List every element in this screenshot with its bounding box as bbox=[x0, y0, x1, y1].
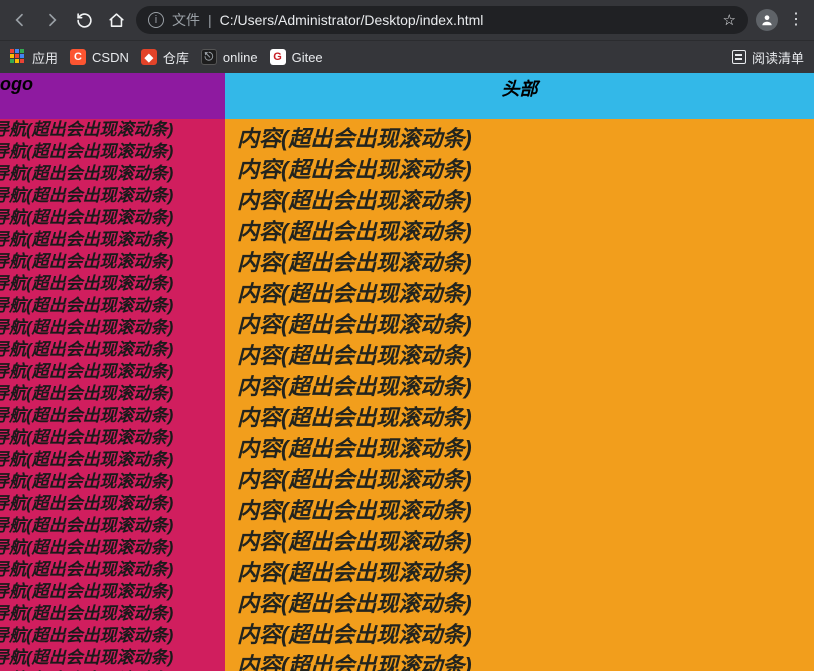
content-row: 内容(超出会出现滚动条) bbox=[237, 619, 814, 650]
bookmark-label: Gitee bbox=[292, 50, 323, 65]
header-text: 头部 bbox=[502, 75, 538, 119]
nav-row: 导航(超出会出现滚动条) bbox=[0, 493, 225, 515]
content-row: 内容(超出会出现滚动条) bbox=[237, 464, 814, 495]
content-column[interactable]: 内容(超出会出现滚动条)内容(超出会出现滚动条)内容(超出会出现滚动条)内容(超… bbox=[225, 119, 814, 671]
url-scheme-label: 文件 bbox=[172, 10, 200, 30]
reading-list-label: 阅读清单 bbox=[752, 48, 804, 67]
apps-shortcut[interactable]: 应用 bbox=[10, 48, 58, 67]
logo-text: ogo bbox=[0, 74, 33, 94]
content-row: 内容(超出会出现滚动条) bbox=[237, 588, 814, 619]
logo-cell: ogo bbox=[0, 73, 225, 119]
nav-row: 导航(超出会出现滚动条) bbox=[0, 471, 225, 493]
content-row: 内容(超出会出现滚动条) bbox=[237, 278, 814, 309]
nav-row: 导航(超出会出现滚动条) bbox=[0, 515, 225, 537]
header-cell: 头部 bbox=[225, 73, 814, 119]
csdn-favicon-icon: C bbox=[70, 49, 86, 65]
content-row: 内容(超出会出现滚动条) bbox=[237, 154, 814, 185]
nav-row: 导航(超出会出现滚动条) bbox=[0, 361, 225, 383]
browser-toolbar: i 文件 | C:/Users/Administrator/Desktop/in… bbox=[0, 0, 814, 40]
bookmark-label: 应用 bbox=[32, 48, 58, 67]
site-info-icon[interactable]: i bbox=[148, 12, 164, 28]
bookmark-label: CSDN bbox=[92, 50, 129, 65]
nav-row: 导航(超出会出现滚动条) bbox=[0, 647, 225, 669]
nav-row: 导航(超出会出现滚动条) bbox=[0, 625, 225, 647]
content-row: 内容(超出会出现滚动条) bbox=[237, 557, 814, 588]
cangku-favicon-icon: ◆ bbox=[141, 49, 157, 65]
content-row: 内容(超出会出现滚动条) bbox=[237, 402, 814, 433]
content-row: 内容(超出会出现滚动条) bbox=[237, 526, 814, 557]
nav-row: 导航(超出会出现滚动条) bbox=[0, 185, 225, 207]
page-viewport: ogo 头部 导航(超出会出现滚动条)导航(超出会出现滚动条)导航(超出会出现滚… bbox=[0, 73, 814, 671]
page-body: 导航(超出会出现滚动条)导航(超出会出现滚动条)导航(超出会出现滚动条)导航(超… bbox=[0, 119, 814, 671]
bookmarks-bar: 应用 C CSDN ◆ 仓库 ⎋ online G Gitee 阅读清单 bbox=[0, 40, 814, 73]
nav-row: 导航(超出会出现滚动条) bbox=[0, 537, 225, 559]
content-row: 内容(超出会出现滚动条) bbox=[237, 309, 814, 340]
bookmark-cangku[interactable]: ◆ 仓库 bbox=[141, 48, 189, 67]
content-row: 内容(超出会出现滚动条) bbox=[237, 495, 814, 526]
forward-icon[interactable] bbox=[40, 8, 64, 32]
nav-row: 导航(超出会出现滚动条) bbox=[0, 427, 225, 449]
reading-list-icon bbox=[732, 50, 746, 64]
nav-row: 导航(超出会出现滚动条) bbox=[0, 405, 225, 427]
bookmark-online[interactable]: ⎋ online bbox=[201, 49, 258, 65]
nav-row: 导航(超出会出现滚动条) bbox=[0, 207, 225, 229]
bookmark-label: online bbox=[223, 50, 258, 65]
nav-row: 导航(超出会出现滚动条) bbox=[0, 603, 225, 625]
content-row: 内容(超出会出现滚动条) bbox=[237, 185, 814, 216]
content-row: 内容(超出会出现滚动条) bbox=[237, 650, 814, 671]
nav-row: 导航(超出会出现滚动条) bbox=[0, 251, 225, 273]
nav-row: 导航(超出会出现滚动条) bbox=[0, 317, 225, 339]
apps-grid-icon bbox=[10, 49, 26, 65]
bookmark-label: 仓库 bbox=[163, 48, 189, 67]
nav-row: 导航(超出会出现滚动条) bbox=[0, 449, 225, 471]
nav-row: 导航(超出会出现滚动条) bbox=[0, 295, 225, 317]
content-row: 内容(超出会出现滚动条) bbox=[237, 371, 814, 402]
content-row: 内容(超出会出现滚动条) bbox=[237, 123, 814, 154]
content-row: 内容(超出会出现滚动条) bbox=[237, 216, 814, 247]
bookmark-csdn[interactable]: C CSDN bbox=[70, 49, 129, 65]
nav-row: 导航(超出会出现滚动条) bbox=[0, 119, 225, 141]
address-bar[interactable]: i 文件 | C:/Users/Administrator/Desktop/in… bbox=[136, 6, 748, 34]
nav-row: 导航(超出会出现滚动条) bbox=[0, 559, 225, 581]
bookmark-star-icon[interactable]: ☆ bbox=[723, 11, 736, 29]
nav-row: 导航(超出会出现滚动条) bbox=[0, 141, 225, 163]
profile-avatar-icon[interactable] bbox=[756, 9, 778, 31]
url-text: C:/Users/Administrator/Desktop/index.htm… bbox=[220, 12, 484, 28]
content-row: 内容(超出会出现滚动条) bbox=[237, 433, 814, 464]
nav-row: 导航(超出会出现滚动条) bbox=[0, 581, 225, 603]
page-header-row: ogo 头部 bbox=[0, 73, 814, 119]
gitee-favicon-icon: G bbox=[270, 49, 286, 65]
nav-row: 导航(超出会出现滚动条) bbox=[0, 229, 225, 251]
nav-row: 导航(超出会出现滚动条) bbox=[0, 163, 225, 185]
nav-row: 导航(超出会出现滚动条) bbox=[0, 339, 225, 361]
content-row: 内容(超出会出现滚动条) bbox=[237, 247, 814, 278]
back-icon[interactable] bbox=[8, 8, 32, 32]
menu-dots-icon[interactable]: ⋮ bbox=[786, 12, 806, 28]
reload-icon[interactable] bbox=[72, 8, 96, 32]
content-row: 内容(超出会出现滚动条) bbox=[237, 340, 814, 371]
nav-row: 导航(超出会出现滚动条) bbox=[0, 383, 225, 405]
nav-row: 导航(超出会出现滚动条) bbox=[0, 273, 225, 295]
bookmark-gitee[interactable]: G Gitee bbox=[270, 49, 323, 65]
reading-list-button[interactable]: 阅读清单 bbox=[732, 48, 804, 67]
home-icon[interactable] bbox=[104, 8, 128, 32]
online-favicon-icon: ⎋ bbox=[201, 49, 217, 65]
nav-column[interactable]: 导航(超出会出现滚动条)导航(超出会出现滚动条)导航(超出会出现滚动条)导航(超… bbox=[0, 119, 225, 671]
